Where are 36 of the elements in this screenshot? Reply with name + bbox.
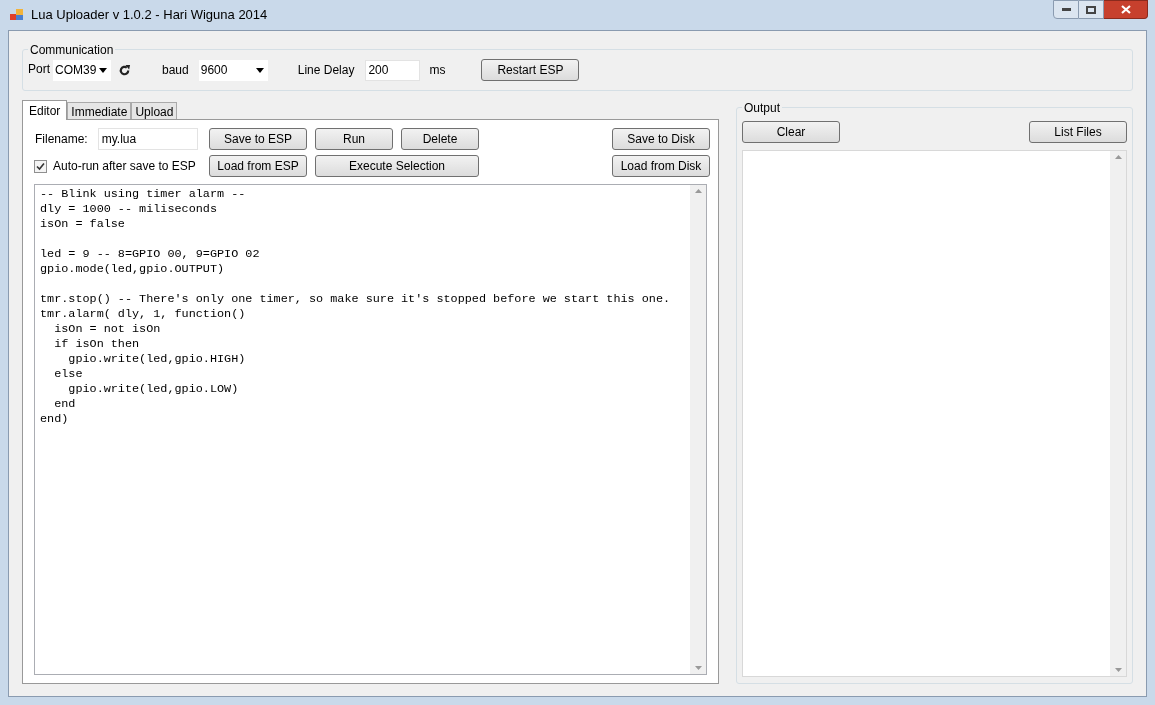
port-dropdown[interactable]: COM39 <box>53 59 111 81</box>
refresh-icon[interactable] <box>118 63 131 77</box>
autorun-label: Auto-run after save to ESP <box>53 158 196 175</box>
disk-button[interactable]: Load from Disk <box>612 155 710 177</box>
maximize-button[interactable] <box>1079 0 1104 19</box>
baud-dropdown[interactable]: 9600 <box>198 59 268 81</box>
disk-button[interactable]: Save to Disk <box>612 128 710 150</box>
code-text: -- Blink using timer alarm -- dly = 1000 -- miliseconds isOn = false led = 9 -- 8=GPIO 00, 9=GPIO 02 gpio.mode(led,gpio.OUTPUT) tmr.stop() -- There's only one timer, so make sure it's stopped before we start this one. tmr.alarm( dly, 1, function() isOn = not isOn if isOn then gpio.write(led,gpio.HIGH) else gpio.write(led,gpio.LOW) end end) <box>39 186 672 427</box>
editor-button[interactable]: Load from ESP <box>209 155 307 177</box>
filename-label: Filename: <box>35 131 88 148</box>
window-title: Lua Uploader v 1.0.2 - Hari Wiguna 2014 <box>31 6 268 25</box>
line-delay-field[interactable]: 200 <box>365 59 421 81</box>
tab[interactable]: Immediate <box>67 102 132 119</box>
unit-label: ms <box>429 62 446 79</box>
close-button[interactable] <box>1104 0 1148 19</box>
minimize-icon <box>1061 8 1071 11</box>
editor-button[interactable]: Run <box>315 128 393 150</box>
close-icon <box>1120 5 1131 14</box>
editor-button[interactable]: Execute Selection <box>315 155 479 177</box>
minimize-button[interactable] <box>1053 0 1079 19</box>
app-icon <box>10 9 24 21</box>
line-delay-label: Line Delay <box>297 62 355 79</box>
tab[interactable]: Editor <box>22 100 68 120</box>
tab[interactable]: Upload <box>131 102 178 119</box>
editor-button[interactable]: Delete <box>401 128 479 150</box>
maximize-icon <box>1086 5 1096 14</box>
autorun-checkbox[interactable] <box>34 159 47 173</box>
dropdown-caret-icon <box>255 67 264 73</box>
baud-label: baud <box>162 62 189 79</box>
clear-button[interactable]: Clear <box>742 121 840 143</box>
dropdown-caret-icon <box>99 67 107 73</box>
restart-button[interactable]: Restart ESP <box>481 59 580 81</box>
filename-field[interactable]: my.lua <box>97 128 198 150</box>
editor-button[interactable]: Save to ESP <box>209 128 307 150</box>
list-files-button[interactable]: List Files <box>1029 121 1127 143</box>
port-label: Port <box>28 61 50 78</box>
